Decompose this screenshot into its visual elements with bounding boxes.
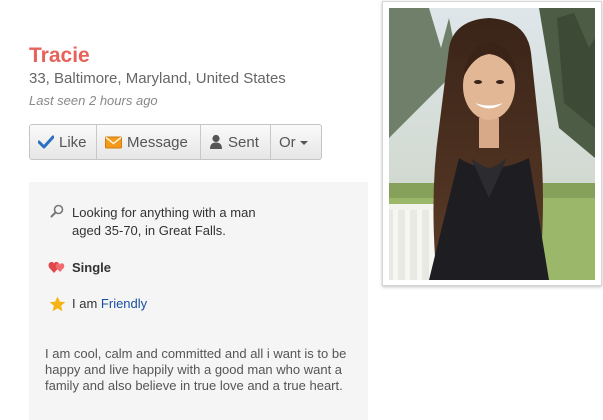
profile-photo[interactable]	[382, 1, 602, 286]
sent-label: Sent	[228, 133, 259, 151]
profile-photo-image	[389, 8, 595, 280]
personality-row: I am Friendly	[47, 296, 147, 312]
personality-prefix: I am	[72, 296, 98, 311]
profile-location: 33, Baltimore, Maryland, United States	[29, 70, 286, 87]
about-text: I am cool, calm and committed and all i …	[45, 346, 347, 393]
sent-button[interactable]: Sent	[201, 125, 271, 159]
like-label: Like	[59, 133, 87, 151]
envelope-icon	[105, 136, 122, 149]
hearts-icon	[47, 260, 67, 274]
details-panel: Looking for anything with a man aged 35-…	[29, 182, 368, 420]
relationship-status: Single	[72, 260, 112, 275]
relationship-status-row: Single	[47, 260, 111, 276]
check-icon	[38, 135, 54, 149]
looking-for-row: Looking for anything with a man aged 35-…	[47, 204, 256, 240]
message-button[interactable]: Message	[97, 125, 201, 159]
message-label: Message	[127, 133, 188, 151]
looking-for-line-1: Looking for anything with a man	[72, 205, 256, 220]
action-button-group: Like Message Sent Or	[29, 124, 322, 160]
looking-for-text: Looking for anything with a man aged 35-…	[72, 204, 256, 240]
looking-for-line-2: aged 35-70, in Great Falls.	[72, 223, 226, 238]
last-seen: Last seen 2 hours ago	[29, 93, 158, 108]
profile-name: Tracie	[29, 44, 90, 67]
or-dropdown-button[interactable]: Or	[271, 125, 321, 159]
like-button[interactable]: Like	[30, 125, 97, 159]
chevron-down-icon	[299, 141, 308, 145]
search-icon	[47, 204, 67, 218]
or-label: Or	[279, 133, 296, 151]
personality-link[interactable]: Friendly	[101, 296, 147, 311]
person-icon	[209, 134, 223, 150]
star-icon	[47, 296, 67, 312]
